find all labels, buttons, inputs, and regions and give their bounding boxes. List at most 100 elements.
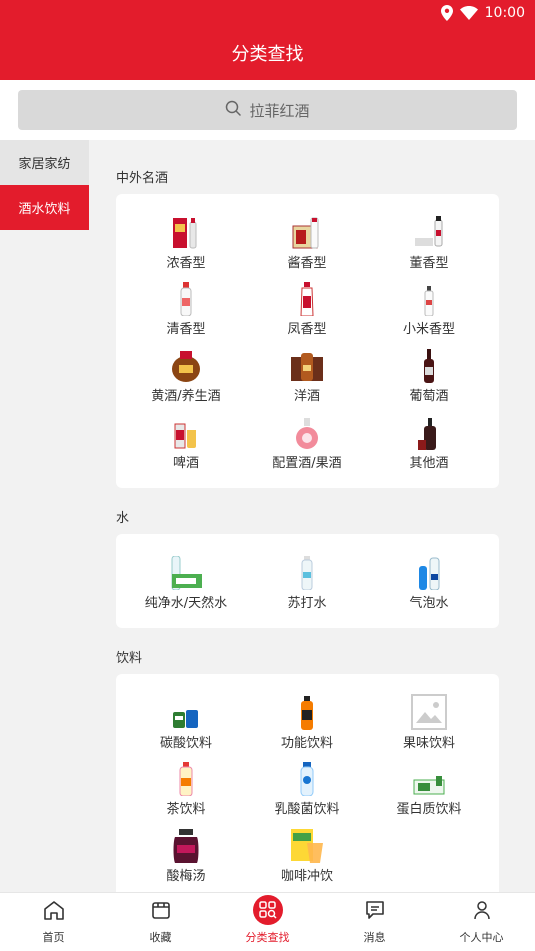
search-bar-area: 拉菲红酒: [0, 80, 535, 140]
cognac-icon: [289, 347, 325, 383]
energy-drink-icon: [289, 694, 325, 730]
item-label: 小米香型: [402, 322, 455, 337]
category-item[interactable]: 乳酸菌饮料: [247, 760, 367, 817]
sparkling-water-icon: [411, 554, 447, 590]
water-pack-icon: [168, 554, 204, 590]
category-item[interactable]: 配置酒/果酒: [247, 414, 367, 471]
yogurt-drink-icon: [289, 760, 325, 796]
fruit-wine-icon: [289, 414, 325, 450]
search-icon: [225, 100, 242, 120]
red-wine-bottle-icon: [411, 347, 447, 383]
category-search-icon: [252, 895, 283, 925]
category-item[interactable]: 黄酒/养生酒: [126, 347, 246, 404]
bottom-navigation: 首页 收藏 分类查找 消息 个人中心: [0, 892, 535, 951]
item-label: 洋酒: [293, 389, 320, 404]
item-label: 清香型: [166, 322, 206, 337]
image-placeholder-icon: [411, 694, 447, 730]
item-label: 碳酸饮料: [159, 736, 212, 751]
category-item[interactable]: 果味饮料: [369, 694, 489, 751]
item-label: 酱香型: [287, 256, 327, 271]
person-icon: [471, 895, 493, 925]
nav-category-search[interactable]: 分类查找: [214, 893, 321, 951]
item-label: 气泡水: [409, 596, 449, 611]
category-content: 中外名酒 浓香型 酱香型 董香型 清香型 凤香型 小米香型 黄酒/养生酒 洋酒 …: [89, 140, 535, 892]
tea-drink-icon: [168, 760, 204, 796]
nav-label: 个人中心: [459, 931, 504, 944]
category-item[interactable]: 其他酒: [369, 414, 489, 471]
sidebar-item-home-textiles[interactable]: 家居家纺: [0, 140, 89, 185]
status-time: 10:00: [484, 5, 525, 21]
category-item[interactable]: 纯净水/天然水: [126, 554, 246, 611]
coffee-drink-icon: [289, 827, 325, 863]
sidebar-item-beverages[interactable]: 酒水饮料: [0, 185, 89, 230]
yellow-wine-jar-icon: [168, 347, 204, 383]
section-title-water: 水: [116, 511, 130, 526]
category-item[interactable]: 蛋白质饮料: [369, 760, 489, 817]
search-placeholder: 拉菲红酒: [249, 101, 310, 120]
item-label: 浓香型: [166, 256, 206, 271]
status-bar: 10:00: [440, 5, 525, 21]
category-item[interactable]: 碳酸饮料: [126, 694, 246, 751]
location-icon: [440, 5, 453, 21]
category-item[interactable]: 清香型: [126, 280, 246, 337]
section-title-drinks: 饮料: [116, 651, 143, 666]
beer-icon: [168, 414, 204, 450]
baijiu-bottle-icon: [289, 280, 325, 316]
protein-drink-box-icon: [411, 760, 447, 796]
item-label: 凤香型: [287, 322, 327, 337]
category-item[interactable]: 董香型: [369, 214, 489, 271]
item-label: 蛋白质饮料: [396, 802, 462, 817]
item-label: 啤酒: [172, 456, 199, 471]
plum-juice-jar-icon: [168, 827, 204, 863]
favorite-store-icon: [150, 895, 172, 925]
liquor-icon: [411, 414, 447, 450]
item-label: 其他酒: [409, 456, 449, 471]
category-item[interactable]: 啤酒: [126, 414, 246, 471]
category-item[interactable]: 苏打水: [247, 554, 367, 611]
nav-profile[interactable]: 个人中心: [428, 893, 535, 951]
section-title-liquor: 中外名酒: [116, 171, 169, 186]
category-item[interactable]: 浓香型: [126, 214, 246, 271]
soda-water-icon: [289, 554, 325, 590]
nav-label: 收藏: [149, 931, 172, 944]
liquor-card: 浓香型 酱香型 董香型 清香型 凤香型 小米香型 黄酒/养生酒 洋酒 葡萄酒 啤…: [116, 194, 499, 488]
nav-messages[interactable]: 消息: [321, 893, 428, 951]
item-label: 董香型: [409, 256, 449, 271]
nav-home[interactable]: 首页: [0, 893, 107, 951]
soda-cans-icon: [168, 694, 204, 730]
category-item[interactable]: 气泡水: [369, 554, 489, 611]
category-sidebar: 家居家纺 酒水饮料: [0, 140, 89, 892]
nav-label: 消息: [363, 931, 386, 944]
baijiu-box-icon: [168, 214, 204, 250]
item-label: 葡萄酒: [409, 389, 449, 404]
home-icon: [43, 895, 65, 925]
category-item[interactable]: 功能饮料: [247, 694, 367, 751]
category-item[interactable]: 茶饮料: [126, 760, 246, 817]
category-item[interactable]: 酸梅汤: [126, 827, 246, 884]
search-input[interactable]: 拉菲红酒: [18, 90, 517, 130]
item-label: 功能饮料: [280, 736, 333, 751]
category-item[interactable]: 凤香型: [247, 280, 367, 337]
nav-favorites[interactable]: 收藏: [107, 893, 214, 951]
category-item[interactable]: 咖啡冲饮: [247, 827, 367, 884]
item-label: 纯净水/天然水: [144, 596, 228, 611]
category-item[interactable]: 小米香型: [369, 280, 489, 337]
nav-label: 首页: [42, 931, 65, 944]
item-label: 苏打水: [287, 596, 327, 611]
drinks-card: 碳酸饮料 功能饮料 果味饮料 茶饮料 乳酸菌饮料 蛋白质饮料 酸梅汤 咖啡冲饮: [116, 674, 499, 892]
page-title: 分类查找: [231, 44, 304, 65]
category-item[interactable]: 葡萄酒: [369, 347, 489, 404]
item-label: 乳酸菌饮料: [274, 802, 340, 817]
nav-label: 分类查找: [245, 931, 290, 944]
message-icon: [364, 895, 386, 925]
item-label: 配置酒/果酒: [272, 456, 342, 471]
item-label: 茶饮料: [166, 802, 206, 817]
baijiu-bottle-icon: [411, 280, 447, 316]
category-item[interactable]: 洋酒: [247, 347, 367, 404]
item-label: 咖啡冲饮: [280, 869, 333, 884]
category-item[interactable]: 酱香型: [247, 214, 367, 271]
moutai-box-icon: [289, 214, 325, 250]
item-label: 果味饮料: [402, 736, 455, 751]
water-card: 纯净水/天然水 苏打水 气泡水: [116, 534, 499, 628]
baijiu-bottle-icon: [411, 214, 447, 250]
